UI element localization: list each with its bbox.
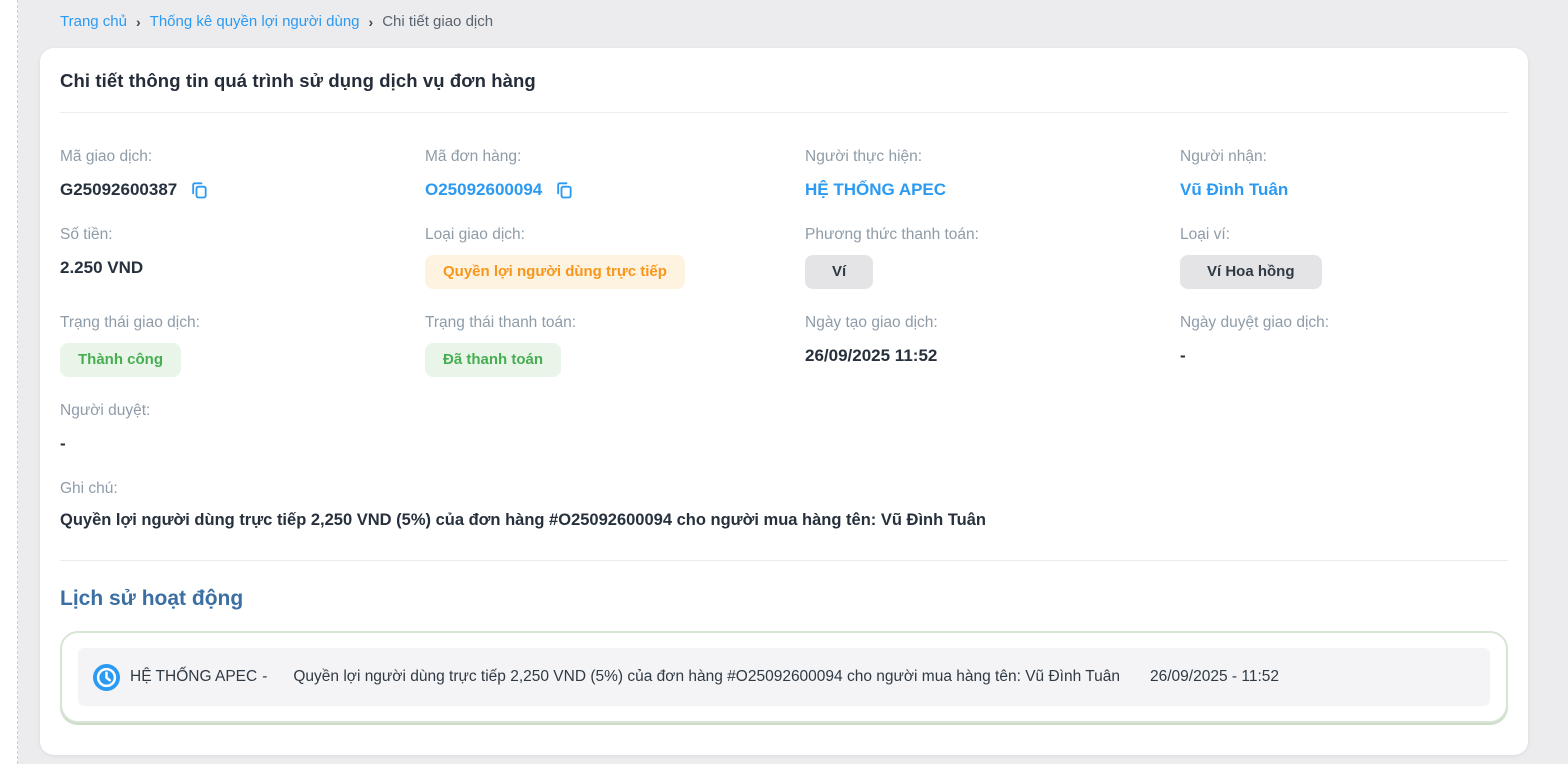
page-title: Chi tiết thông tin quá trình sử dụng dịc… <box>60 70 1508 92</box>
history-actor: HỆ THỐNG APEC <box>130 668 257 686</box>
payment-method-badge: Ví <box>805 255 873 289</box>
transaction-detail-card: Chi tiết thông tin quá trình sử dụng dịc… <box>40 48 1528 755</box>
breadcrumb: Trang chủ › Thống kê quyền lợi người dùn… <box>60 13 493 30</box>
breadcrumb-stats-link[interactable]: Thống kê quyền lợi người dùng <box>150 13 360 30</box>
transaction-code-value: G25092600387 <box>60 179 177 201</box>
field-label: Phương thức thanh toán: <box>805 225 1180 244</box>
field-row-3: Trạng thái giao dịch: Thành công Trạng t… <box>60 313 1508 377</box>
field-wallet-type: Loại ví: Ví Hoa hồng <box>1180 225 1508 289</box>
transaction-status-badge: Thành công <box>60 343 181 377</box>
field-row-5: Ghi chú: Quyền lợi người dùng trực tiếp … <box>60 479 1508 530</box>
breadcrumb-current: Chi tiết giao dịch <box>382 13 493 30</box>
section-divider <box>60 560 1508 561</box>
created-date-value: 26/09/2025 11:52 <box>805 345 1180 367</box>
field-label: Loại giao dịch: <box>425 225 805 244</box>
copy-icon[interactable] <box>189 180 209 200</box>
field-label: Người duyệt: <box>60 401 425 420</box>
history-content: Quyền lợi người dùng trực tiếp 2,250 VND… <box>293 668 1120 686</box>
field-label: Mã đơn hàng: <box>425 147 805 166</box>
field-label: Ghi chú: <box>60 479 1508 498</box>
field-approved-date: Ngày duyệt giao dịch: - <box>1180 313 1508 377</box>
wallet-type-badge: Ví Hoa hồng <box>1180 255 1322 289</box>
amount-value: 2.250 VND <box>60 257 425 279</box>
performer-link[interactable]: HỆ THỐNG APEC <box>805 180 946 199</box>
history-container: HỆ THỐNG APEC - Quyền lợi người dùng trự… <box>60 631 1508 723</box>
field-label: Ngày duyệt giao dịch: <box>1180 313 1508 332</box>
field-order-code: Mã đơn hàng: O25092600094 <box>425 147 805 201</box>
breadcrumb-home-link[interactable]: Trang chủ <box>60 13 127 30</box>
field-label: Mã giao dịch: <box>60 147 425 166</box>
history-timestamp: 26/09/2025 - 11:52 <box>1150 668 1279 686</box>
payment-status-badge: Đã thanh toán <box>425 343 561 377</box>
collapsed-sidebar-edge <box>0 0 18 764</box>
history-section-title: Lịch sử hoạt động <box>60 587 1508 611</box>
field-row-1: Mã giao dịch: G25092600387 Mã đơn hàng: … <box>60 147 1508 201</box>
copy-icon[interactable] <box>554 180 574 200</box>
field-note: Ghi chú: Quyền lợi người dùng trực tiếp … <box>60 479 1508 530</box>
field-label: Số tiền: <box>60 225 425 244</box>
approver-value: - <box>60 433 425 455</box>
history-separator: - <box>262 668 267 686</box>
transaction-type-badge: Quyền lợi người dùng trực tiếp <box>425 255 685 289</box>
clock-icon <box>93 664 120 691</box>
field-label: Trạng thái giao dịch: <box>60 313 425 332</box>
field-amount: Số tiền: 2.250 VND <box>60 225 425 289</box>
field-created-date: Ngày tạo giao dịch: 26/09/2025 11:52 <box>805 313 1180 377</box>
field-row-4: Người duyệt: - <box>60 401 1508 455</box>
field-payment-status: Trạng thái thanh toán: Đã thanh toán <box>425 313 805 377</box>
field-label: Loại ví: <box>1180 225 1508 244</box>
receiver-link[interactable]: Vũ Đình Tuân <box>1180 180 1288 199</box>
field-payment-method: Phương thức thanh toán: Ví <box>805 225 1180 289</box>
field-transaction-status: Trạng thái giao dịch: Thành công <box>60 313 425 377</box>
field-label: Trạng thái thanh toán: <box>425 313 805 332</box>
field-label: Ngày tạo giao dịch: <box>805 313 1180 332</box>
order-code-link[interactable]: O25092600094 <box>425 179 542 201</box>
field-approver: Người duyệt: - <box>60 401 425 455</box>
breadcrumb-separator-icon: › <box>136 14 141 30</box>
field-transaction-code: Mã giao dịch: G25092600387 <box>60 147 425 201</box>
field-label: Người thực hiện: <box>805 147 1180 166</box>
field-transaction-type: Loại giao dịch: Quyền lợi người dùng trự… <box>425 225 805 289</box>
note-value: Quyền lợi người dùng trực tiếp 2,250 VND… <box>60 511 1508 530</box>
breadcrumb-separator-icon: › <box>369 14 374 30</box>
history-item: HỆ THỐNG APEC - Quyền lợi người dùng trự… <box>78 648 1490 706</box>
field-row-2: Số tiền: 2.250 VND Loại giao dịch: Quyền… <box>60 225 1508 289</box>
field-receiver: Người nhận: Vũ Đình Tuân <box>1180 147 1508 201</box>
field-label: Người nhận: <box>1180 147 1508 166</box>
card-header: Chi tiết thông tin quá trình sử dụng dịc… <box>60 48 1508 113</box>
approved-date-value: - <box>1180 345 1508 367</box>
field-performer: Người thực hiện: HỆ THỐNG APEC <box>805 147 1180 201</box>
